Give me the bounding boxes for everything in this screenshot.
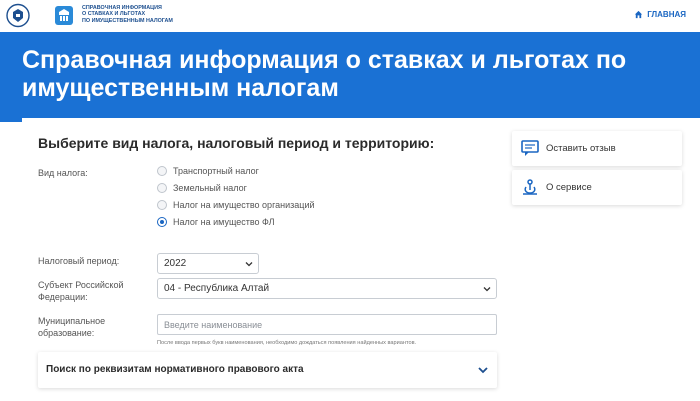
radio-label: Налог на имущество организаций [173,200,315,210]
radio-personal-property-tax[interactable]: Налог на имущество ФЛ [157,217,275,227]
municipal-label: Муниципальное образование: [38,315,105,339]
search-by-act-accordion[interactable]: Поиск по реквизитам нормативного правово… [38,352,497,388]
feedback-card[interactable]: Оставить отзыв [512,131,682,166]
hero-banner: Справочная информация о ставках и льгота… [0,32,700,122]
municipal-label-line1: Муниципальное [38,316,106,326]
radio-label: Транспортный налог [173,166,259,176]
radio-label: Налог на имущество ФЛ [173,217,275,227]
logo-line-3: ПО ИМУЩЕСТВЕННЫМ НАЛОГАМ [82,17,173,24]
radio-button[interactable] [157,183,167,193]
service-logo-text: СПРАВОЧНАЯ ИНФОРМАЦИЯ О СТАВКАХ И ЛЬГОТА… [82,5,173,24]
home-link-label: ГЛАВНАЯ [647,10,686,19]
period-select[interactable]: 2022 [157,253,259,274]
subject-select-value: 04 - Республика Алтай [164,283,270,294]
subject-label: Субъект Российской Федерации: [38,279,124,303]
radio-transport-tax[interactable]: Транспортный налог [157,166,259,176]
home-link[interactable]: ГЛАВНАЯ [634,10,686,19]
chevron-down-icon [478,367,488,374]
chevron-down-icon [483,287,491,292]
service-logo-icon[interactable] [52,3,76,28]
municipal-label-line2: образование: [38,328,95,338]
chevron-down-icon [245,262,253,267]
radio-label: Земельный налог [173,183,247,193]
fns-emblem-icon[interactable] [6,3,30,28]
subject-label-line2: Федерации: [38,292,88,302]
subject-select[interactable]: 04 - Республика Алтай [157,278,497,299]
page-title: Справочная информация о ставках и льгота… [22,46,627,102]
period-label: Налоговый период: [38,256,120,266]
about-service-icon [523,179,537,195]
feedback-icon [521,140,539,156]
radio-button[interactable] [157,200,167,210]
subject-label-line1: Субъект Российской [38,280,124,290]
radio-org-property-tax[interactable]: Налог на имущество организаций [157,200,315,210]
about-label: О сервисе [546,182,592,193]
feedback-label: Оставить отзыв [546,143,616,154]
section-title: Выберите вид налога, налоговый период и … [38,135,435,151]
home-icon [635,10,643,19]
municipal-input-placeholder: Введите наименование [164,319,263,330]
municipal-hint: После ввода первых букв наименования, не… [157,340,417,346]
radio-button-selected[interactable] [157,217,167,227]
top-header: СПРАВОЧНАЯ ИНФОРМАЦИЯ О СТАВКАХ И ЛЬГОТА… [0,0,700,32]
about-card[interactable]: О сервисе [512,170,682,205]
radio-land-tax[interactable]: Земельный налог [157,183,247,193]
radio-button[interactable] [157,166,167,176]
period-select-value: 2022 [164,258,187,269]
municipal-input[interactable]: Введите наименование [157,314,497,335]
tax-type-label: Вид налога: [38,168,88,178]
accordion-title: Поиск по реквизитам нормативного правово… [46,364,304,375]
